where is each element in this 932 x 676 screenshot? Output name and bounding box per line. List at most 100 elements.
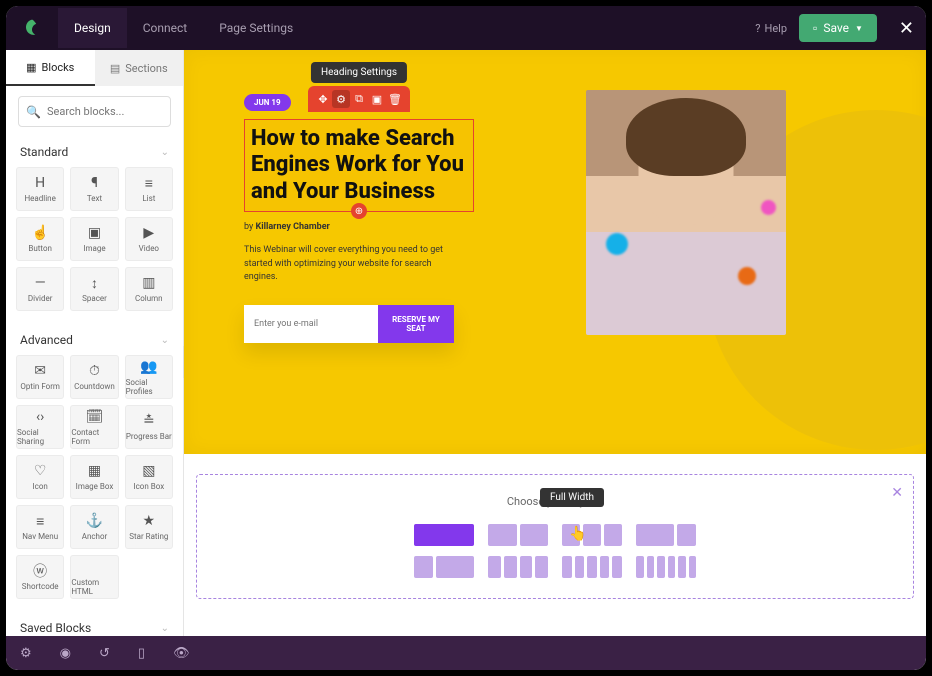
tab-sections[interactable]: ▤ Sections bbox=[95, 50, 184, 86]
hero-image[interactable] bbox=[586, 90, 786, 335]
sidebar-tabs: ▦ Blocks ▤ Sections bbox=[6, 50, 183, 86]
block-icon: ≡ bbox=[145, 175, 153, 191]
eye-icon[interactable]: 👁 bbox=[173, 646, 190, 661]
layout-two-col[interactable] bbox=[488, 524, 548, 546]
block-star-rating[interactable]: ★Star Rating bbox=[125, 505, 173, 549]
block-video[interactable]: ▶Video bbox=[125, 217, 173, 261]
sidebar-scroll[interactable]: Standard ⌄ HHeadline¶Text ≡ List ☝Button ▣ Im… bbox=[6, 137, 183, 636]
canvas-area[interactable]: JUN 19 Heading Settings ✥ ⚙ ⧉ ▣ 🗑 bbox=[184, 50, 926, 636]
block-label: Shortcode bbox=[22, 582, 59, 591]
block-shortcode[interactable]: ⓦShortcode bbox=[16, 555, 64, 599]
help-link[interactable]: ? Help bbox=[755, 22, 787, 35]
block-list[interactable]: ≡ List bbox=[125, 167, 173, 211]
block-icon: ≛ bbox=[143, 413, 155, 429]
block-label: Progress Bar bbox=[126, 432, 172, 441]
block-label: Column bbox=[135, 294, 163, 303]
nav-design[interactable]: Design bbox=[58, 8, 127, 48]
heading-text[interactable]: How to make Search Engines Work for You … bbox=[251, 126, 467, 205]
block-countdown[interactable]: ⏱ Countdown bbox=[70, 355, 118, 399]
block-icon: ↕ bbox=[91, 275, 98, 291]
block-icon: ★ bbox=[143, 513, 156, 529]
block-icon: ♡ bbox=[34, 463, 47, 479]
chevron-down-icon: ⌄ bbox=[161, 147, 169, 158]
block-optin-form[interactable]: ✉Optin Form bbox=[16, 355, 64, 399]
block-label: List bbox=[142, 194, 155, 203]
block-label: Button bbox=[28, 244, 52, 253]
block-social-sharing[interactable]: ‹›Social Sharing bbox=[16, 405, 64, 449]
decoration-blob bbox=[761, 200, 776, 215]
device-icon[interactable]: ▯ bbox=[138, 646, 145, 661]
block-divider[interactable]: —Divider bbox=[16, 267, 64, 311]
move-icon[interactable]: ✥ bbox=[314, 90, 332, 108]
advanced-grid: ✉Optin Form ⏱ Countdown 👥Social Profiles ‹›S… bbox=[16, 355, 173, 599]
block-headline[interactable]: HHeadline bbox=[16, 167, 64, 211]
block-label: Icon Box bbox=[133, 482, 164, 491]
nav-page-settings[interactable]: Page Settings bbox=[203, 8, 309, 48]
question-icon: ? bbox=[755, 22, 760, 35]
block-label: Countdown bbox=[74, 382, 115, 391]
heading-block-selected[interactable]: Heading Settings ✥ ⚙ ⧉ ▣ 🗑 How bbox=[244, 119, 474, 212]
tab-blocks[interactable]: ▦ Blocks bbox=[6, 50, 95, 86]
heading-tooltip: Heading Settings bbox=[311, 62, 407, 83]
block-spacer[interactable]: ↕Spacer bbox=[70, 267, 118, 311]
hero-right bbox=[506, 90, 866, 335]
layout-full-width[interactable] bbox=[414, 524, 474, 546]
block-icon: ▣ bbox=[88, 225, 101, 241]
below-section[interactable]: Simple & Convenient See how it works bbox=[184, 619, 926, 636]
save-button[interactable]: ▫ Save ▼ bbox=[799, 14, 877, 42]
block-text[interactable]: ¶Text bbox=[70, 167, 118, 211]
section-advanced-head[interactable]: Advanced ⌄ bbox=[16, 325, 173, 355]
close-icon[interactable]: ✕ bbox=[899, 18, 914, 39]
block-label: Divider bbox=[28, 294, 52, 303]
block-image[interactable]: ▣ Image bbox=[70, 217, 118, 261]
gear-icon[interactable]: ⚙ bbox=[332, 90, 350, 108]
main-split: ▦ Blocks ▤ Sections 🔍 Standard ⌄ bbox=[6, 50, 926, 636]
date-badge[interactable]: JUN 19 bbox=[244, 94, 291, 111]
history-icon[interactable]: ↺ bbox=[99, 646, 110, 661]
block-social-profiles[interactable]: 👥Social Profiles bbox=[125, 355, 173, 399]
block-nav-menu[interactable]: ≡Nav Menu bbox=[16, 505, 64, 549]
full-width-tooltip: Full Width bbox=[540, 488, 604, 507]
app-logo[interactable] bbox=[18, 14, 46, 42]
block-button[interactable]: ☝Button bbox=[16, 217, 64, 261]
block-icon[interactable]: ♡Icon bbox=[16, 455, 64, 499]
author-line[interactable]: by Killarney Chamber bbox=[244, 222, 474, 232]
block-custom-html[interactable]: Custom HTML bbox=[70, 555, 118, 599]
optin-form: RESERVE MY SEAT bbox=[244, 305, 454, 343]
reserve-button[interactable]: RESERVE MY SEAT bbox=[378, 305, 454, 343]
block-label: Image Box bbox=[76, 482, 114, 491]
layout-1-2[interactable] bbox=[636, 524, 696, 546]
hero-description[interactable]: This Webinar will cover everything you n… bbox=[244, 244, 454, 285]
block-icon-box[interactable]: ▧Icon Box bbox=[125, 455, 173, 499]
clone-icon[interactable]: ⧉ bbox=[350, 90, 368, 108]
layout-four-col[interactable] bbox=[488, 556, 548, 578]
standard-grid: HHeadline¶Text ≡ List ☝Button ▣ Image ▶Video —D… bbox=[16, 167, 173, 311]
layout-six-col[interactable] bbox=[636, 556, 696, 578]
blocks-icon: ▦ bbox=[26, 61, 36, 74]
block-label: Image bbox=[83, 244, 105, 253]
block-image-box[interactable]: ▦ Image Box bbox=[70, 455, 118, 499]
email-field[interactable] bbox=[244, 305, 378, 343]
add-block-below[interactable]: ⊕ bbox=[351, 203, 367, 219]
section-saved-head[interactable]: Saved Blocks ⌄ bbox=[16, 613, 173, 636]
copy-icon[interactable]: ▣ bbox=[368, 90, 386, 108]
close-icon[interactable]: ✕ bbox=[891, 485, 903, 501]
nav-connect[interactable]: Connect bbox=[127, 8, 203, 48]
globe-icon[interactable]: ◉ bbox=[60, 646, 71, 661]
floppy-icon: ▫ bbox=[813, 21, 817, 35]
block-column[interactable]: ▥Column bbox=[125, 267, 173, 311]
layout-five-col[interactable] bbox=[562, 556, 622, 578]
block-progress-bar[interactable]: ≛ Progress Bar bbox=[125, 405, 173, 449]
block-anchor[interactable]: ⚓Anchor bbox=[70, 505, 118, 549]
decoration-blob bbox=[738, 267, 756, 285]
block-icon: ⏱ bbox=[89, 363, 100, 379]
layout-2-1[interactable] bbox=[414, 556, 474, 578]
block-icon: ▦ bbox=[88, 463, 101, 479]
gear-icon[interactable]: ⚙ bbox=[20, 646, 32, 661]
block-toolbar: ✥ ⚙ ⧉ ▣ 🗑 bbox=[308, 86, 410, 112]
section-standard-head[interactable]: Standard ⌄ bbox=[16, 137, 173, 167]
top-bar: Design Connect Page Settings ? Help ▫ Sa… bbox=[6, 6, 926, 50]
block-contact-form[interactable]: 🗓Contact Form bbox=[70, 405, 118, 449]
hero-section[interactable]: JUN 19 Heading Settings ✥ ⚙ ⧉ ▣ 🗑 bbox=[184, 50, 926, 454]
delete-icon[interactable]: 🗑 bbox=[386, 90, 404, 108]
